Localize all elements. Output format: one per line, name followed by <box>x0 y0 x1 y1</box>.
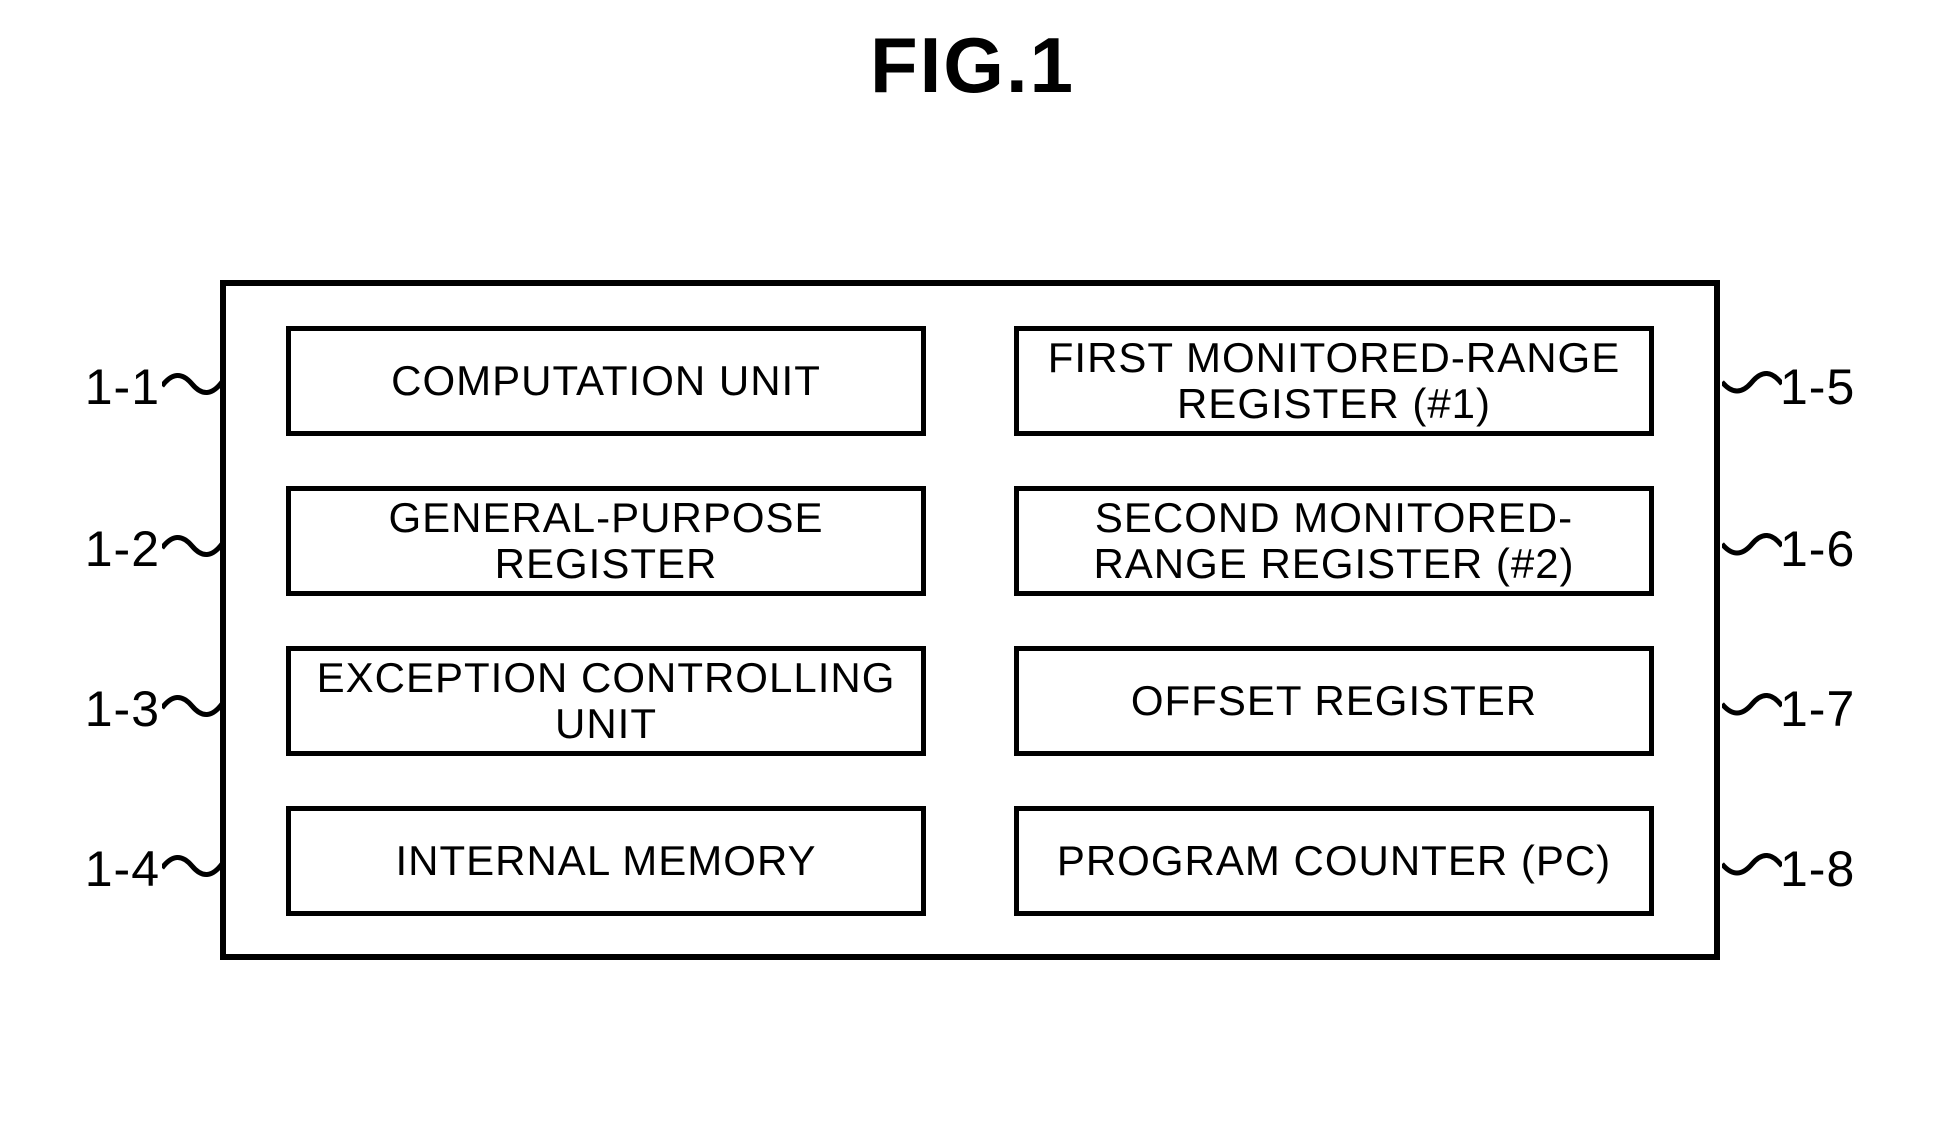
block-label: SECOND MONITORED-RANGE REGISTER (#2) <box>1027 495 1641 587</box>
ref-label-1-2: 1-2 <box>40 520 160 578</box>
block-label: FIRST MONITORED-RANGE REGISTER (#1) <box>1027 335 1641 427</box>
block-first-monitored-range-register: FIRST MONITORED-RANGE REGISTER (#1) <box>1014 326 1654 436</box>
ref-label-1-7: 1-7 <box>1780 680 1900 738</box>
ref-label-1-8: 1-8 <box>1780 840 1900 898</box>
lead-line-1-1 <box>162 366 222 402</box>
figure-title: FIG.1 <box>0 20 1945 111</box>
block-second-monitored-range-register: SECOND MONITORED-RANGE REGISTER (#2) <box>1014 486 1654 596</box>
block-general-purpose-register: GENERAL-PURPOSE REGISTER <box>286 486 926 596</box>
ref-label-1-5: 1-5 <box>1780 358 1900 416</box>
block-label: EXCEPTION CONTROLLING UNIT <box>299 655 913 747</box>
right-column: FIRST MONITORED-RANGE REGISTER (#1) SECO… <box>1014 286 1654 954</box>
block-label: PROGRAM COUNTER (PC) <box>1057 838 1611 884</box>
block-offset-register: OFFSET REGISTER <box>1014 646 1654 756</box>
block-exception-controlling-unit: EXCEPTION CONTROLLING UNIT <box>286 646 926 756</box>
lead-line-1-5 <box>1722 366 1782 402</box>
ref-label-1-1: 1-1 <box>40 358 160 416</box>
lead-line-1-8 <box>1722 848 1782 884</box>
block-label: OFFSET REGISTER <box>1131 678 1537 724</box>
lead-line-1-4 <box>162 848 222 884</box>
block-computation-unit: COMPUTATION UNIT <box>286 326 926 436</box>
lead-line-1-2 <box>162 528 222 564</box>
ref-label-1-3: 1-3 <box>40 680 160 738</box>
lead-line-1-6 <box>1722 528 1782 564</box>
ref-label-1-4: 1-4 <box>40 840 160 898</box>
block-program-counter: PROGRAM COUNTER (PC) <box>1014 806 1654 916</box>
block-internal-memory: INTERNAL MEMORY <box>286 806 926 916</box>
block-label: COMPUTATION UNIT <box>391 358 821 404</box>
lead-line-1-3 <box>162 688 222 724</box>
diagram-outer-box: COMPUTATION UNIT GENERAL-PURPOSE REGISTE… <box>220 280 1720 960</box>
left-column: COMPUTATION UNIT GENERAL-PURPOSE REGISTE… <box>286 286 926 954</box>
block-label: INTERNAL MEMORY <box>395 838 816 884</box>
figure-page: FIG.1 1-1 1-2 1-3 1-4 1-5 1-6 1-7 1-8 CO… <box>0 0 1945 1126</box>
block-label: GENERAL-PURPOSE REGISTER <box>299 495 913 587</box>
lead-line-1-7 <box>1722 688 1782 724</box>
ref-label-1-6: 1-6 <box>1780 520 1900 578</box>
